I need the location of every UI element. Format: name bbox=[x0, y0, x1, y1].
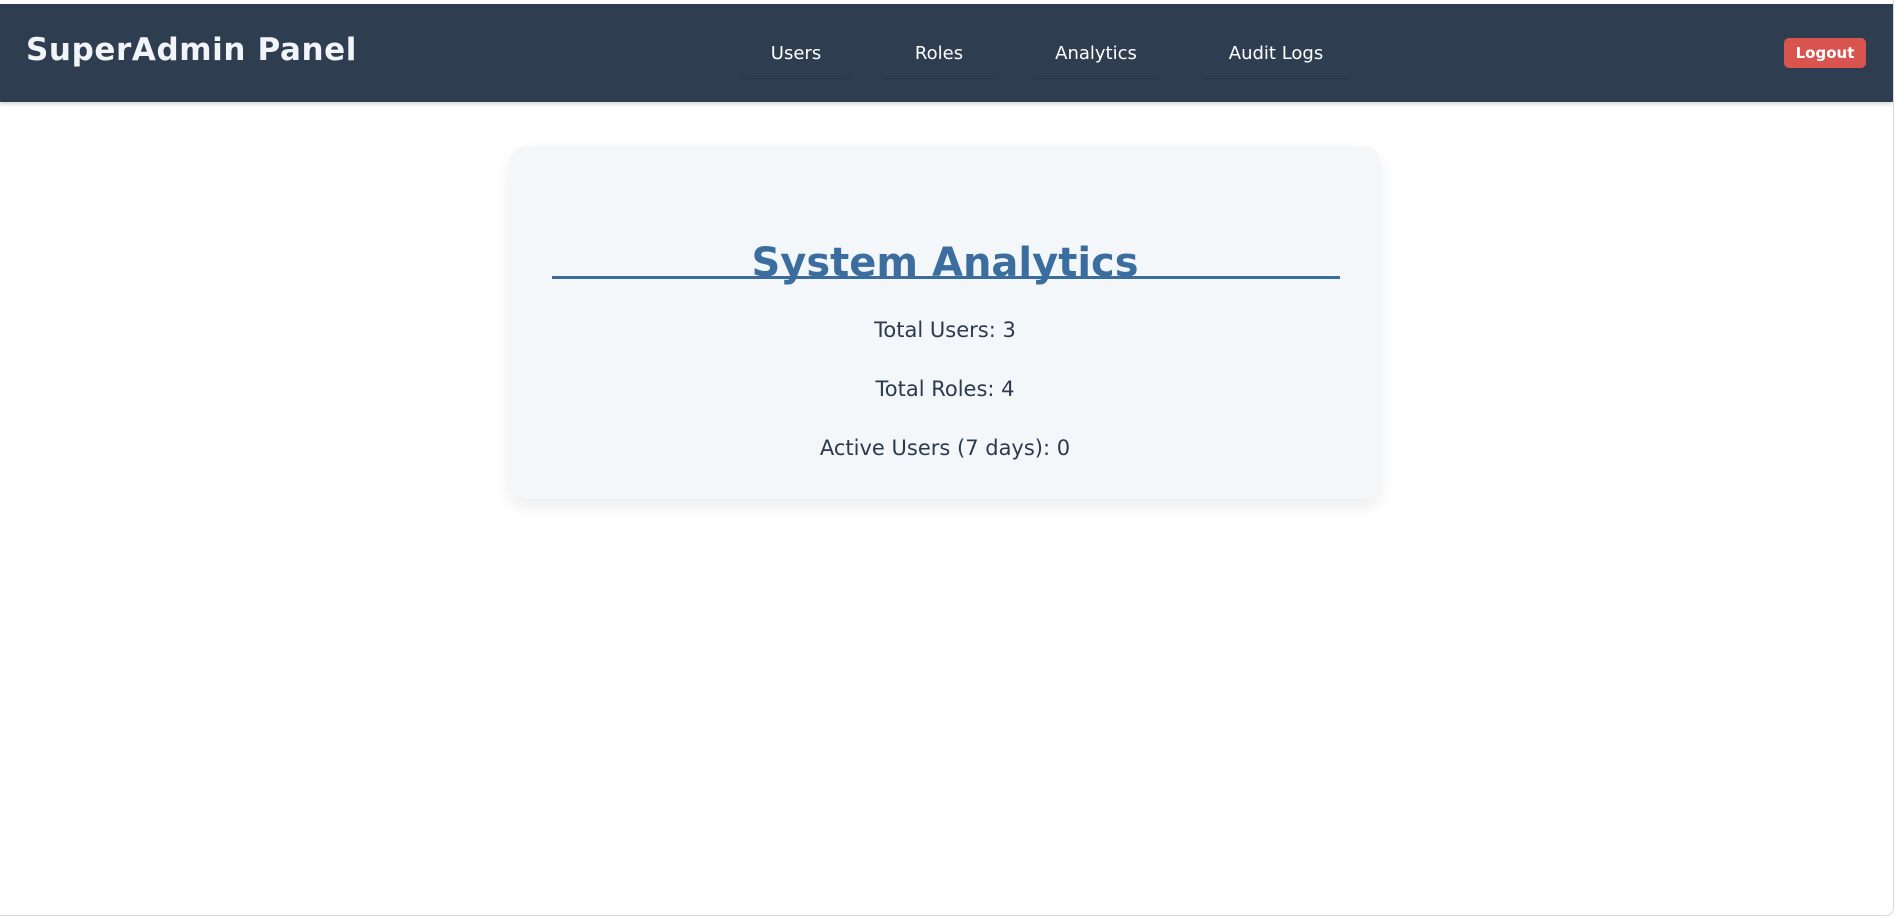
nav-users[interactable]: Users bbox=[741, 30, 851, 78]
top-navigation-bar: SuperAdmin Panel Users Roles Analytics A… bbox=[0, 4, 1893, 102]
nav-roles[interactable]: Roles bbox=[881, 30, 997, 78]
total-roles-stat: Total Roles: 4 bbox=[875, 377, 1015, 401]
app-window: SuperAdmin Panel Users Roles Analytics A… bbox=[0, 0, 1894, 916]
title-divider bbox=[552, 276, 1340, 279]
nav-audit-logs[interactable]: Audit Logs bbox=[1202, 30, 1350, 78]
analytics-card: System Analytics Total Users: 3 Total Ro… bbox=[510, 146, 1380, 499]
brand-title: SuperAdmin Panel bbox=[26, 32, 357, 68]
logout-button[interactable]: Logout bbox=[1784, 38, 1866, 68]
active-users-stat: Active Users (7 days): 0 bbox=[819, 436, 1071, 460]
total-users-stat: Total Users: 3 bbox=[874, 318, 1016, 342]
nav-analytics[interactable]: Analytics bbox=[1030, 30, 1162, 78]
